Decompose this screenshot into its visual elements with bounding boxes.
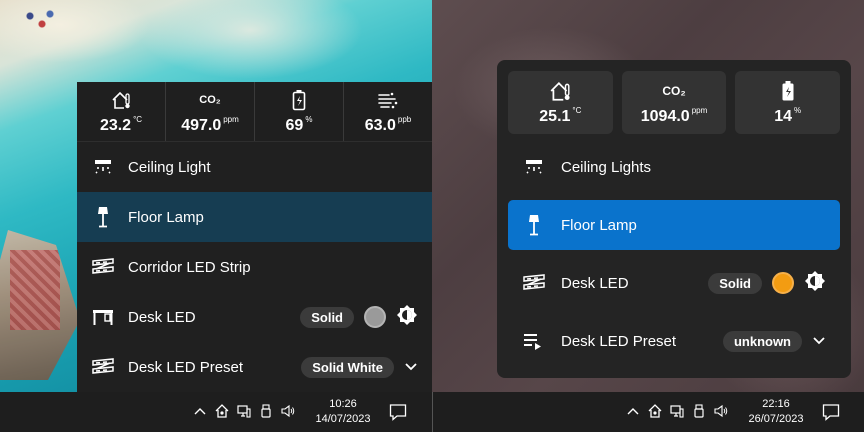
chevron-up-icon[interactable] bbox=[193, 404, 207, 418]
temperature-value: 25.1 bbox=[539, 107, 571, 125]
entity-label: Desk LED Preset bbox=[561, 332, 677, 350]
entity-row-floor-lamp[interactable]: Floor Lamp bbox=[508, 200, 840, 250]
entity-label: Ceiling Light bbox=[128, 158, 211, 176]
entity-row-desk-led[interactable]: Desk LED Solid bbox=[508, 258, 840, 308]
entity-label: Floor Lamp bbox=[561, 216, 637, 234]
battery-charging-icon bbox=[781, 80, 795, 102]
taskbar-left: 10:26 14/07/2023 bbox=[0, 392, 432, 432]
home-thermometer-icon bbox=[111, 89, 131, 111]
battery-sensor[interactable]: 69% bbox=[255, 82, 344, 141]
preset-controls: Solid White bbox=[301, 342, 418, 392]
entity-row-desk-led-preset[interactable]: Desk LED Preset unknown bbox=[508, 316, 840, 366]
air-quality-icon bbox=[377, 89, 399, 111]
clock-date: 26/07/2023 bbox=[748, 413, 804, 425]
co2-sensor[interactable]: CO₂ 1094.0 ppm bbox=[621, 71, 727, 134]
chevron-down-icon[interactable] bbox=[404, 360, 418, 374]
battery-value: 69 bbox=[285, 116, 304, 134]
taskbar-clock[interactable]: 10:26 14/07/2023 bbox=[312, 397, 374, 427]
volume-icon[interactable] bbox=[281, 404, 295, 418]
clock-date: 14/07/2023 bbox=[315, 413, 371, 425]
entity-label: Floor Lamp bbox=[128, 208, 204, 226]
temperature-sensor[interactable]: 23.2 °C bbox=[77, 82, 166, 141]
desk-led-controls: Solid bbox=[708, 258, 826, 308]
taskbar-right: 22:16 26/07/2023 bbox=[432, 392, 864, 432]
taskbar-clock[interactable]: 22:16 26/07/2023 bbox=[745, 397, 807, 427]
entity-row-desk-led[interactable]: Desk LED Solid bbox=[77, 292, 432, 342]
color-swatch[interactable] bbox=[364, 306, 386, 328]
battery-value: 14 bbox=[774, 107, 793, 125]
entity-list: Ceiling Lights Floor Lamp Desk LED Solid bbox=[508, 142, 840, 374]
effect-mode-pill[interactable]: Solid bbox=[300, 306, 354, 328]
entity-label: Ceiling Lights bbox=[561, 158, 652, 176]
preset-controls: unknown bbox=[722, 316, 826, 366]
system-tray bbox=[193, 404, 295, 418]
notification-icon[interactable] bbox=[822, 403, 840, 421]
floor-lamp-icon bbox=[91, 205, 115, 229]
co2-unit: ppm bbox=[223, 114, 239, 124]
network-icon[interactable] bbox=[237, 404, 251, 418]
desk-icon bbox=[91, 305, 115, 329]
led-strip-icon bbox=[522, 271, 546, 295]
desk-led-controls: Solid bbox=[300, 292, 418, 342]
entity-label: Desk LED bbox=[128, 308, 196, 326]
playlist-icon bbox=[522, 329, 546, 353]
effect-mode-pill[interactable]: Solid bbox=[708, 272, 762, 294]
sensor-bar: 23.2 °C CO₂ 497.0 ppm 69% 63.0 ppb bbox=[77, 82, 432, 142]
system-tray bbox=[626, 404, 728, 418]
ceiling-light-icon bbox=[522, 155, 546, 179]
temperature-sensor[interactable]: 25.1 °C bbox=[508, 71, 613, 134]
co2-value: 497.0 bbox=[181, 116, 222, 134]
usb-drive-icon[interactable] bbox=[259, 404, 273, 418]
entity-label: Desk LED Preset bbox=[128, 358, 244, 376]
entity-label: Desk LED bbox=[561, 274, 629, 292]
co2-sensor[interactable]: CO₂ 497.0 ppm bbox=[166, 82, 255, 141]
entity-label: Corridor LED Strip bbox=[128, 258, 251, 276]
led-strip-icon bbox=[91, 255, 115, 279]
entity-row-floor-lamp[interactable]: Floor Lamp bbox=[77, 192, 432, 242]
temperature-unit: °C bbox=[572, 105, 582, 115]
ceiling-light-icon bbox=[91, 155, 115, 179]
entity-row-ceiling-lights[interactable]: Ceiling Lights bbox=[508, 142, 840, 192]
preset-value-pill[interactable]: unknown bbox=[722, 330, 802, 352]
notification-icon[interactable] bbox=[389, 403, 407, 421]
co2-unit: ppm bbox=[691, 105, 708, 115]
home-assistant-flyout-right: 25.1 °C CO₂ 1094.0 ppm 14% Ceiling Lights … bbox=[497, 60, 851, 378]
air-quality-unit: ppb bbox=[397, 114, 412, 124]
brightness-icon[interactable] bbox=[396, 304, 418, 330]
battery-unit: % bbox=[305, 114, 313, 124]
co2-icon: CO₂ bbox=[199, 93, 221, 106]
brightness-icon[interactable] bbox=[804, 270, 826, 296]
battery-sensor[interactable]: 14% bbox=[735, 71, 841, 134]
preset-value-pill[interactable]: Solid White bbox=[301, 356, 394, 378]
network-icon[interactable] bbox=[670, 404, 684, 418]
sensor-bar: 25.1 °C CO₂ 1094.0 ppm 14% bbox=[508, 71, 841, 134]
battery-icon bbox=[292, 89, 306, 111]
volume-icon[interactable] bbox=[714, 404, 728, 418]
entity-row-corridor-led-strip[interactable]: Corridor LED Strip bbox=[77, 242, 432, 292]
usb-drive-icon[interactable] bbox=[692, 404, 706, 418]
clock-time: 10:26 bbox=[329, 398, 357, 410]
home-assistant-flyout-left: 23.2 °C CO₂ 497.0 ppm 69% 63.0 ppb Ceiling … bbox=[77, 82, 432, 392]
battery-unit: % bbox=[794, 105, 802, 115]
led-strip-icon bbox=[91, 355, 115, 379]
chevron-up-icon[interactable] bbox=[626, 404, 640, 418]
home-thermometer-icon bbox=[549, 80, 571, 102]
entity-row-desk-led-preset[interactable]: Desk LED Preset Solid White bbox=[77, 342, 432, 392]
temperature-value: 23.2 bbox=[99, 116, 132, 134]
chevron-down-icon[interactable] bbox=[812, 334, 826, 348]
color-swatch[interactable] bbox=[772, 272, 794, 294]
home-assistant-tray-icon[interactable] bbox=[215, 404, 229, 418]
co2-value: 1094.0 bbox=[640, 107, 690, 125]
entity-row-ceiling-light[interactable]: Ceiling Light bbox=[77, 142, 432, 192]
clock-time: 22:16 bbox=[762, 398, 790, 410]
air-quality-value: 63.0 bbox=[364, 116, 396, 134]
home-assistant-tray-icon[interactable] bbox=[648, 404, 662, 418]
air-quality-sensor[interactable]: 63.0 ppb bbox=[344, 82, 432, 141]
floor-lamp-icon bbox=[522, 213, 546, 237]
co2-icon: CO₂ bbox=[662, 83, 686, 98]
temperature-unit: °C bbox=[133, 114, 143, 124]
